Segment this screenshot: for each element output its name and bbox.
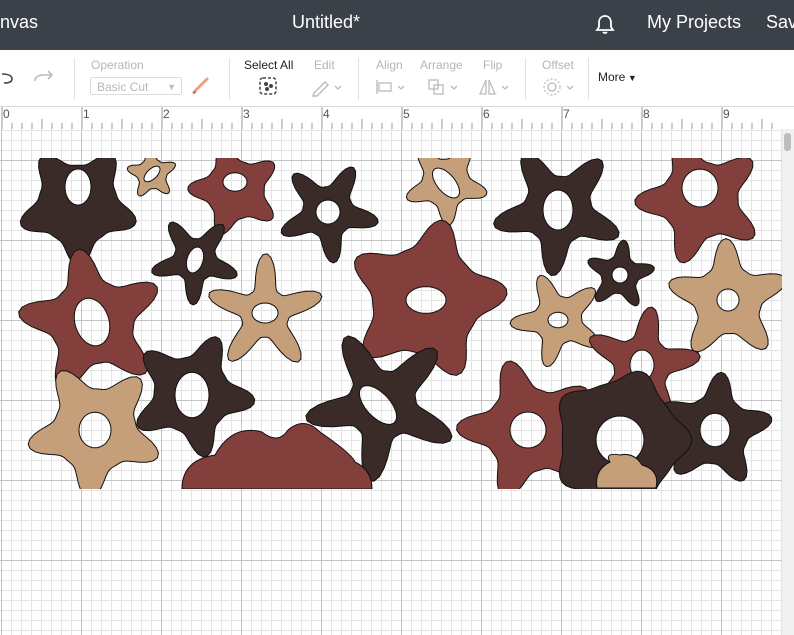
ruler-number: 2 bbox=[163, 107, 170, 121]
flower-shape[interactable] bbox=[634, 138, 756, 264]
chevron-down-icon: ▼ bbox=[167, 82, 176, 92]
flower-shape[interactable] bbox=[405, 147, 488, 226]
more-label: More bbox=[598, 70, 626, 84]
ruler-number: 3 bbox=[243, 107, 250, 121]
edit-pencil-icon[interactable] bbox=[310, 77, 344, 97]
more-button[interactable]: More ▼ bbox=[598, 70, 637, 84]
ruler-number: 7 bbox=[563, 107, 570, 121]
toolbar-divider bbox=[229, 58, 230, 100]
flower-shape[interactable] bbox=[19, 154, 137, 267]
caret-down-icon: ▼ bbox=[625, 73, 637, 83]
offset-icon[interactable] bbox=[541, 77, 577, 97]
select-all-icon[interactable] bbox=[257, 75, 279, 97]
vertical-scrollbar[interactable] bbox=[782, 129, 794, 635]
ruler-number: 0 bbox=[3, 107, 10, 121]
save-button[interactable]: Sav bbox=[766, 12, 794, 33]
offset-label[interactable]: Offset bbox=[542, 58, 574, 72]
flip-icon[interactable] bbox=[477, 77, 511, 97]
pen-color-icon[interactable] bbox=[190, 74, 212, 96]
align-label[interactable]: Align bbox=[376, 58, 403, 72]
my-projects-link[interactable]: My Projects bbox=[647, 12, 741, 33]
ruler-number: 6 bbox=[483, 107, 490, 121]
edit-label[interactable]: Edit bbox=[314, 58, 335, 72]
flower-shape[interactable] bbox=[280, 166, 379, 264]
arrange-label[interactable]: Arrange bbox=[420, 58, 463, 72]
flower-design[interactable] bbox=[0, 129, 782, 635]
design-group[interactable] bbox=[18, 138, 782, 509]
ruler-number: 1 bbox=[83, 107, 90, 121]
ruler-number: 9 bbox=[723, 107, 730, 121]
ruler-ticks bbox=[1, 107, 773, 129]
undo-icon[interactable] bbox=[0, 70, 16, 86]
project-title[interactable]: Untitled* bbox=[292, 12, 360, 33]
design-canvas[interactable] bbox=[0, 129, 782, 635]
flower-shape[interactable] bbox=[187, 145, 276, 236]
ruler-number: 5 bbox=[403, 107, 410, 121]
scrollbar-thumb[interactable] bbox=[784, 133, 791, 151]
header-bar: nvas Untitled* My Projects Sav bbox=[0, 0, 794, 50]
flower-shape[interactable] bbox=[126, 149, 177, 197]
flower-shape[interactable] bbox=[18, 248, 158, 390]
arrange-icon[interactable] bbox=[426, 77, 460, 97]
redo-icon[interactable] bbox=[32, 70, 56, 86]
flip-label[interactable]: Flip bbox=[483, 58, 502, 72]
toolbar-divider bbox=[74, 58, 75, 100]
edit-toolbar: Operation Basic Cut ▼ Select All Edit Al… bbox=[0, 50, 794, 107]
align-icon[interactable] bbox=[373, 77, 407, 97]
operation-label: Operation bbox=[91, 58, 144, 72]
ruler-number: 4 bbox=[323, 107, 330, 121]
operation-value: Basic Cut bbox=[97, 80, 149, 94]
flower-shape[interactable] bbox=[509, 274, 600, 368]
ruler-number: 8 bbox=[643, 107, 650, 121]
toolbar-divider bbox=[358, 58, 359, 100]
toolbar-divider bbox=[588, 58, 589, 100]
flower-shape[interactable] bbox=[27, 370, 160, 498]
flower-shape[interactable] bbox=[493, 153, 620, 277]
canvas-tab-label[interactable]: nvas bbox=[0, 12, 38, 33]
flower-shape[interactable] bbox=[587, 239, 655, 307]
horizontal-ruler: 0 1 2 3 4 5 6 7 8 9 bbox=[0, 107, 794, 130]
toolbar-divider bbox=[525, 58, 526, 100]
operation-select[interactable]: Basic Cut ▼ bbox=[90, 77, 182, 95]
select-all-button[interactable]: Select All bbox=[244, 58, 293, 72]
bell-icon[interactable] bbox=[594, 13, 616, 35]
